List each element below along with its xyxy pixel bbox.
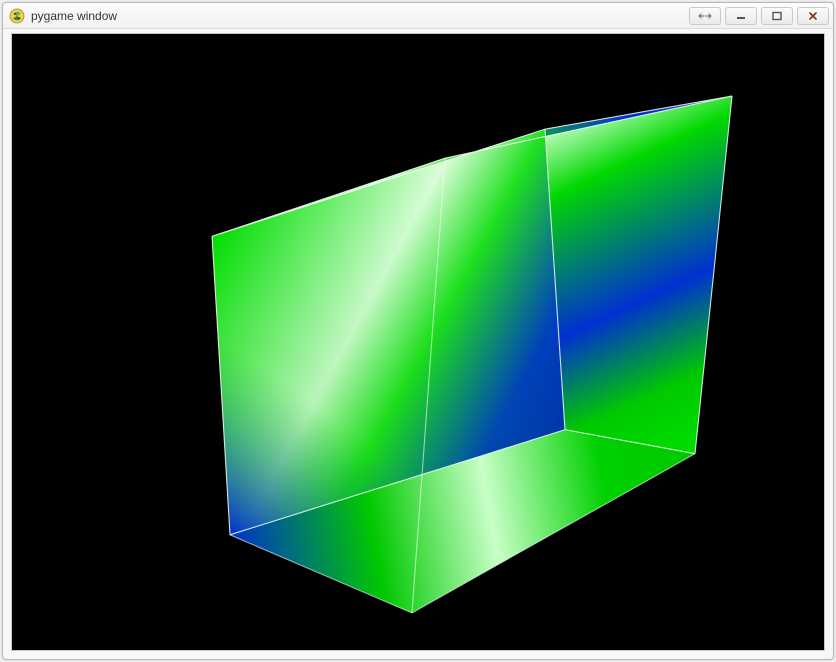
window-title: pygame window (31, 8, 117, 23)
titlebar: pygame window (3, 3, 833, 29)
client-area (11, 33, 825, 651)
pygame-snake-icon (9, 8, 25, 24)
maximize-button[interactable] (761, 7, 793, 25)
render-surface (12, 34, 824, 650)
titlebar-buttons (685, 7, 829, 25)
nav-button[interactable] (689, 7, 721, 25)
minimize-button[interactable] (725, 7, 757, 25)
close-button[interactable] (797, 7, 829, 25)
window-frame: pygame window (2, 2, 834, 660)
